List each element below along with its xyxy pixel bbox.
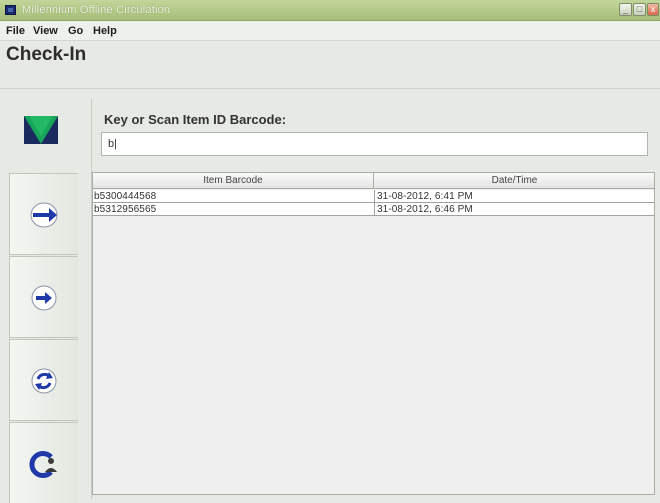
app-icon: [5, 5, 16, 15]
title-bar[interactable]: Millennium Offline Circulation _ □ x: [0, 0, 660, 21]
barcode-prompt-label: Key or Scan Item ID Barcode:: [104, 112, 287, 127]
check-in-button[interactable]: [9, 256, 78, 338]
renew-cycle-icon: [31, 368, 57, 394]
table-header: Item Barcode Date/Time: [93, 173, 654, 189]
heading-divider: [0, 88, 660, 89]
close-button[interactable]: x: [647, 3, 659, 16]
sidebar: [0, 92, 78, 503]
menu-help[interactable]: Help: [93, 25, 117, 37]
check-out-arrow-icon: [30, 202, 58, 228]
table-row[interactable]: b5312956565 31-08-2012, 6:46 PM: [93, 203, 654, 216]
menu-file[interactable]: File: [6, 25, 25, 37]
column-header-item-barcode[interactable]: Item Barcode: [93, 173, 374, 188]
maximize-button[interactable]: □: [633, 3, 646, 16]
cell-item-barcode: b5312956565: [94, 204, 157, 215]
column-separator: [374, 203, 375, 215]
table-row[interactable]: b5300444568 31-08-2012, 6:41 PM: [93, 190, 654, 203]
patron-icon: [29, 451, 57, 478]
minimize-button[interactable]: _: [619, 3, 632, 16]
menu-go[interactable]: Go: [68, 25, 83, 37]
cell-item-barcode: b5300444568: [94, 191, 157, 202]
renew-button[interactable]: [9, 339, 78, 421]
check-in-arrow-icon: [31, 285, 57, 311]
page-title: Check-In: [6, 44, 87, 65]
cell-date-time: 31-08-2012, 6:46 PM: [377, 204, 473, 215]
triangle-logo-icon: [24, 116, 58, 144]
menu-view[interactable]: View: [33, 25, 58, 37]
cell-date-time: 31-08-2012, 6:41 PM: [377, 191, 473, 202]
column-separator: [374, 190, 375, 202]
barcode-input[interactable]: [101, 132, 648, 156]
checkin-table: Item Barcode Date/Time b5300444568 31-08…: [92, 172, 655, 495]
check-out-button[interactable]: [9, 173, 78, 255]
patron-button[interactable]: [9, 422, 78, 503]
check-in-panel: Key or Scan Item ID Barcode: Item Barcod…: [91, 99, 656, 499]
window-title: Millennium Offline Circulation: [22, 4, 171, 16]
menu-bar: File View Go Help: [0, 21, 660, 41]
column-header-date-time[interactable]: Date/Time: [375, 173, 654, 186]
logo: [0, 92, 78, 170]
